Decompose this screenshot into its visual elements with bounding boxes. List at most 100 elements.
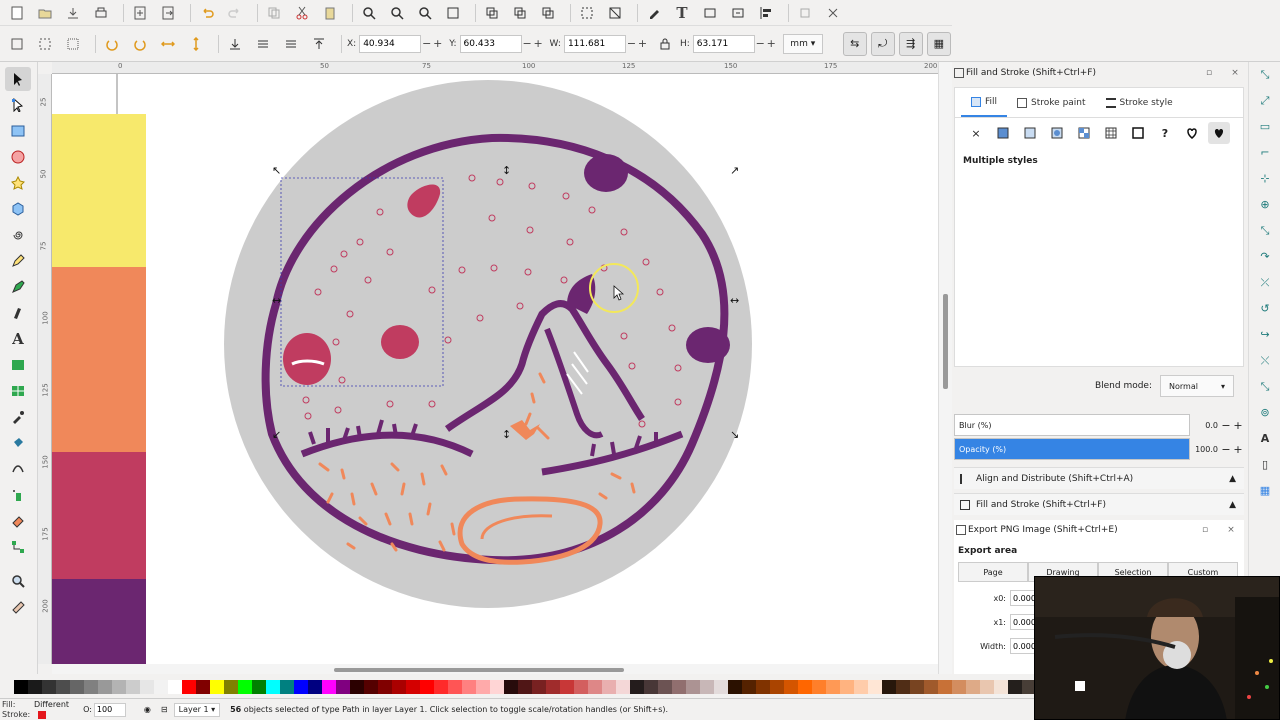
- rose-blob-middle[interactable]: [381, 325, 419, 359]
- spiral-tool-icon[interactable]: [5, 223, 31, 247]
- y-input[interactable]: [459, 34, 522, 53]
- color-swatch[interactable]: [826, 680, 840, 694]
- snap-bbox-edge-icon[interactable]: ▭: [1255, 120, 1275, 140]
- color-swatch[interactable]: [154, 680, 168, 694]
- zoom-tool-icon[interactable]: [5, 569, 31, 593]
- snap-bbox-corner-icon[interactable]: ⌐: [1255, 146, 1275, 166]
- export-page-button[interactable]: Page: [958, 562, 1028, 582]
- align-distribute-panel-header[interactable]: Align and Distribute (Shift+Ctrl+A) ▲: [954, 467, 1244, 489]
- print-icon[interactable]: [90, 2, 112, 24]
- color-swatch[interactable]: [476, 680, 490, 694]
- gradient-tool-icon[interactable]: [5, 353, 31, 377]
- color-swatch[interactable]: [658, 680, 672, 694]
- snap-enable-icon[interactable]: ⤡: [1255, 68, 1275, 88]
- connector-tool-icon[interactable]: [5, 535, 31, 559]
- color-swatch[interactable]: [910, 680, 924, 694]
- lower-bottom-icon[interactable]: [224, 33, 246, 55]
- color-swatch[interactable]: [714, 680, 728, 694]
- snap-rotation-center-icon[interactable]: ⊚: [1255, 406, 1275, 426]
- color-swatch[interactable]: [756, 680, 770, 694]
- color-swatch[interactable]: [938, 680, 952, 694]
- tweak-tool-icon[interactable]: [5, 457, 31, 481]
- unset-paint-button[interactable]: ?: [1154, 122, 1176, 144]
- color-swatch[interactable]: [140, 680, 154, 694]
- color-swatch[interactable]: [798, 680, 812, 694]
- color-swatch[interactable]: [588, 680, 602, 694]
- scale-stroke-toggle[interactable]: ⇆: [842, 31, 867, 56]
- tab-stroke-style[interactable]: Stroke style: [1096, 88, 1183, 117]
- color-swatch[interactable]: [364, 680, 378, 694]
- color-swatch[interactable]: [602, 680, 616, 694]
- xml-editor-icon[interactable]: [727, 2, 749, 24]
- color-swatch[interactable]: [994, 680, 1008, 694]
- opacity-slider[interactable]: Opacity (%): [954, 438, 1190, 460]
- palette-strip-orange[interactable]: [52, 267, 146, 452]
- palette-strip-plum[interactable]: [52, 579, 146, 664]
- h-decrement-button[interactable]: −: [755, 37, 766, 50]
- raise-top-icon[interactable]: [308, 33, 330, 55]
- fill-stroke-indicator[interactable]: Fill: Different Stroke:: [2, 700, 69, 720]
- color-swatch[interactable]: [854, 680, 868, 694]
- rectangle-tool-icon[interactable]: [5, 119, 31, 143]
- layer-select[interactable]: Layer 1 ▾: [173, 702, 221, 717]
- snap-grid-icon[interactable]: ▦: [1255, 484, 1275, 504]
- snap-cusp-icon[interactable]: ↺: [1255, 302, 1275, 322]
- align-distribute-icon[interactable]: [755, 2, 777, 24]
- lock-ratio-icon[interactable]: [654, 33, 676, 55]
- blur-slider[interactable]: Blur (%): [954, 414, 1190, 436]
- color-swatch[interactable]: [350, 680, 364, 694]
- color-swatch[interactable]: [490, 680, 504, 694]
- vertical-scroll-thumb[interactable]: [943, 294, 948, 389]
- copy-icon[interactable]: [263, 2, 285, 24]
- document-properties-icon[interactable]: [822, 2, 844, 24]
- opacity-decrement-button[interactable]: −: [1220, 443, 1232, 456]
- plum-blob-top[interactable]: [584, 154, 628, 192]
- color-swatch[interactable]: [742, 680, 756, 694]
- color-swatch[interactable]: [700, 680, 714, 694]
- layer-visibility-icon[interactable]: ◉: [144, 705, 151, 714]
- color-swatch[interactable]: [406, 680, 420, 694]
- pencil-tool-icon[interactable]: [5, 249, 31, 273]
- color-swatch[interactable]: [84, 680, 98, 694]
- rose-blob-left[interactable]: [283, 333, 331, 385]
- color-swatch[interactable]: [126, 680, 140, 694]
- color-swatch[interactable]: [630, 680, 644, 694]
- zoom-selection-icon[interactable]: [358, 2, 380, 24]
- tab-fill[interactable]: Fill: [961, 88, 1008, 117]
- layer-lock-icon[interactable]: ⊟: [161, 705, 168, 714]
- color-swatch[interactable]: [1008, 680, 1022, 694]
- fill-rule-evenodd-button[interactable]: [1181, 122, 1203, 144]
- palette-strip-yellow[interactable]: [52, 114, 146, 267]
- deselect-icon[interactable]: [62, 33, 84, 55]
- snap-bbox-icon[interactable]: ⤢: [1255, 94, 1275, 114]
- color-swatch[interactable]: [14, 680, 28, 694]
- color-swatch[interactable]: [448, 680, 462, 694]
- fill-stroke-icon[interactable]: [643, 2, 665, 24]
- x-input[interactable]: [359, 34, 422, 53]
- color-swatch[interactable]: [112, 680, 126, 694]
- color-swatch[interactable]: [434, 680, 448, 694]
- 3d-box-tool-icon[interactable]: [5, 197, 31, 221]
- dialog-float-icon[interactable]: ▫: [1192, 525, 1218, 535]
- linear-gradient-button[interactable]: [1019, 122, 1041, 144]
- mesh-tool-icon[interactable]: [5, 379, 31, 403]
- pen-tool-icon[interactable]: [5, 275, 31, 299]
- fill-rule-nonzero-button[interactable]: [1208, 122, 1230, 144]
- save-icon[interactable]: [62, 2, 84, 24]
- horizontal-scroll-thumb[interactable]: [334, 668, 624, 672]
- y-increment-button[interactable]: +: [533, 37, 544, 50]
- color-swatch[interactable]: [896, 680, 910, 694]
- snap-nodes-icon[interactable]: ⤡: [1255, 224, 1275, 244]
- zoom-drawing-icon[interactable]: [386, 2, 408, 24]
- snap-bbox-center-icon[interactable]: ⊕: [1255, 198, 1275, 218]
- color-swatch[interactable]: [168, 680, 182, 694]
- fill-stroke-panel-header[interactable]: Fill and Stroke (Shift+Ctrl+F) ▲: [954, 493, 1244, 515]
- lower-icon[interactable]: [252, 33, 274, 55]
- move-gradients-toggle[interactable]: ⇶: [898, 31, 923, 56]
- snap-midpoint-icon[interactable]: ⤬: [1255, 354, 1275, 374]
- zoom-page-icon[interactable]: [414, 2, 436, 24]
- no-paint-button[interactable]: ×: [965, 122, 987, 144]
- color-swatch[interactable]: [280, 680, 294, 694]
- undo-icon[interactable]: [196, 2, 218, 24]
- color-swatch[interactable]: [924, 680, 938, 694]
